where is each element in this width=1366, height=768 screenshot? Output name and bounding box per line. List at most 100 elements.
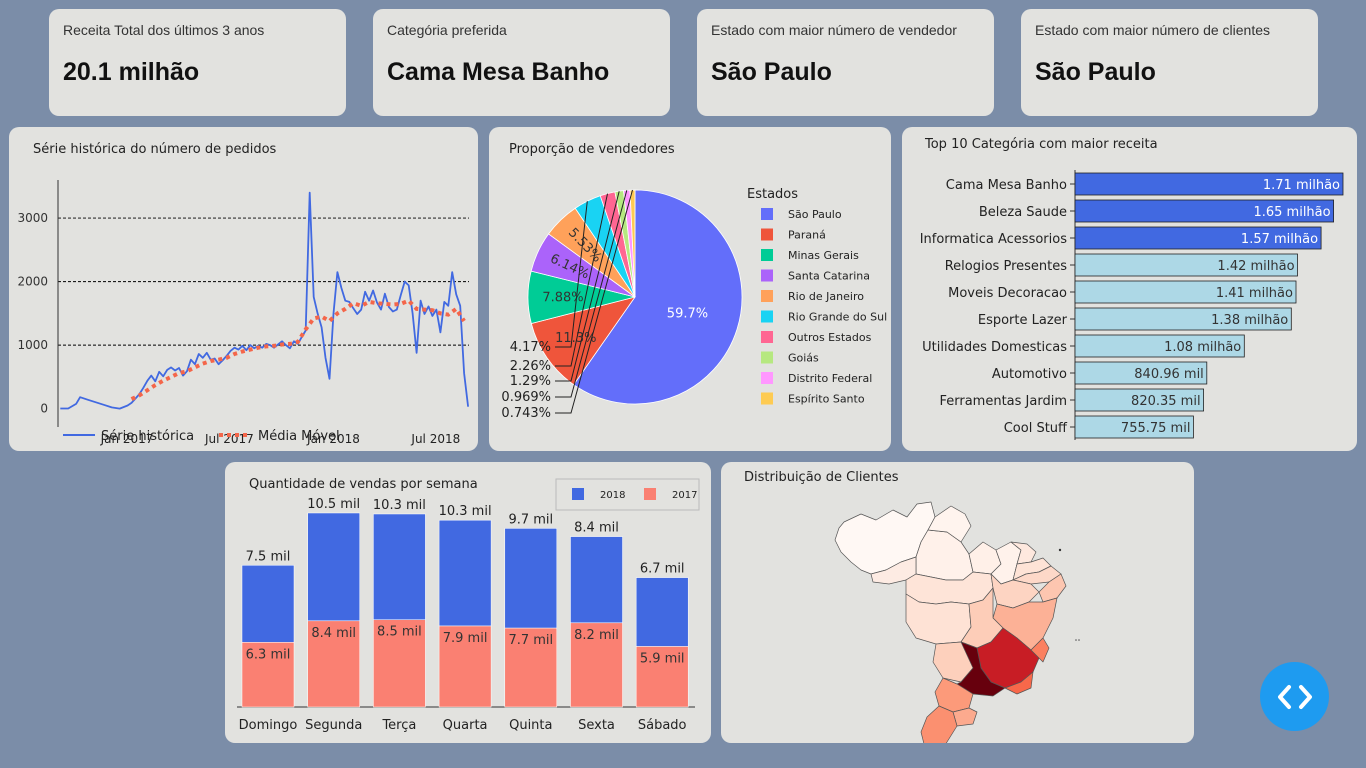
kpi-value: Cama Mesa Banho [387,58,610,86]
x-tick-label: Quarta [443,718,488,733]
legend-label: 2017 [672,490,697,501]
kpi-card-revenue: Receita Total dos últimos 3 anos 20.1 mi… [49,9,346,116]
bar-value-label: 10.5 mil [307,497,360,512]
bar-value-label: 840.96 mil [1134,367,1204,382]
category-label: Utilidades Domesticas [922,340,1067,355]
x-tick-label: Jul 2018 [410,432,460,446]
code-brackets-icon [1277,684,1312,709]
pie-slice-label: 59.7% [667,307,708,322]
bar-value-label: 1.41 milhão [1216,286,1293,301]
bar-2018 [373,513,426,620]
weekly-sales-panel: Quantidade de vendas por semana 6.3 mil 7… [225,462,711,743]
legend-swatch [761,228,773,241]
category-label: Moveis Decoracao [948,286,1067,301]
y-tick-label: 3000 [17,211,48,225]
bar-2018 [570,536,623,624]
weekly-sales-bar-chart[interactable]: 6.3 mil 7.5 mil Domingo 8.4 mil 10.5 mil Segu… [225,462,711,743]
bar-value-label: 1.65 milhão [1253,205,1330,220]
bar-value-label: 8.4 mil [574,521,619,536]
legend-label: 2018 [600,490,625,501]
bar-value-label: 7.9 mil [443,631,488,646]
pie-slice-label: 0.969% [501,390,551,405]
top-categories-bar-chart[interactable]: Cama Mesa Banho 1.71 milhão Beleza Saude 1.… [902,127,1357,451]
bar-2018 [504,528,558,629]
map-island [1075,639,1077,641]
kpi-card-category: Categória preferida Cama Mesa Banho [373,9,670,116]
x-tick-label: Quinta [509,718,552,733]
brazil-choropleth-map[interactable] [721,462,1194,743]
sellers-proportion-panel: Proporção de vendedores 59.7% 11.3% 7.88% 6… [489,127,891,451]
kpi-card-seller-state: Estado com maior número de vendedor São … [697,9,994,116]
bar-value-label: 820.35 mil [1131,394,1201,409]
bar-value-label: 6.7 mil [640,562,685,577]
pie-slice-label: 0.743% [501,406,551,421]
legend-label: Goiás [788,352,819,365]
sellers-pie-chart[interactable]: 59.7%11.3%7.88%6.14%5.53%4.17%2.26%1.29%… [489,127,891,451]
legend-label: Distrito Federal [788,372,872,385]
bar-value-label: 1.42 milhão [1217,259,1294,274]
pie-slice-label: 4.17% [510,340,551,355]
legend-swatch [761,392,773,405]
legend-label: Rio Grande do Sul [788,311,887,324]
legend-swatch [572,488,584,500]
legend-label: São Paulo [788,208,842,221]
bar-value-label: 5.9 mil [640,651,685,666]
legend-label: Outros Estados [788,331,872,344]
bar-value-label: 1.08 milhão [1164,340,1241,355]
category-label: Cool Stuff [1004,421,1068,436]
legend-swatch [761,290,773,302]
bar-2018 [241,565,295,643]
clients-map-panel: Distribuição de Clientes [721,462,1194,743]
category-label: Beleza Saude [979,205,1067,220]
x-tick-label: Sexta [578,718,615,733]
bar-value-label: 10.3 mil [439,504,492,519]
legend-label: Minas Gerais [788,249,859,262]
kpi-title: Estado com maior número de vendedor [711,22,957,38]
category-label: Cama Mesa Banho [946,178,1067,193]
dev-tools-button[interactable] [1260,662,1329,731]
bar-value-label: 8.4 mil [311,626,356,641]
y-tick-label: 2000 [17,275,48,289]
legend-label: Série histórica [101,429,194,444]
orders-history-panel: Série histórica do número de pedidos 0 10… [9,127,478,451]
legend-swatch [644,488,656,500]
legend-swatch [761,372,773,384]
category-label: Relogios Presentes [945,259,1068,274]
bar-value-label: 8.5 mil [377,625,422,640]
legend-label: Média Móvel [258,429,340,444]
pie-slice-label: 1.29% [510,374,551,389]
kpi-value: São Paulo [1035,58,1156,86]
legend-label: Santa Catarina [788,270,870,283]
bar-value-label: 6.3 mil [246,647,291,662]
map-region [920,705,958,743]
bar-value-label: 10.3 mil [373,498,426,513]
bar-value-label: 755.75 mil [1121,421,1191,436]
map-region [915,529,974,581]
bar-value-label: 1.57 milhão [1241,232,1318,247]
category-label: Automotivo [992,367,1067,382]
bar-value-label: 7.5 mil [246,549,291,564]
legend-title: Estados [747,187,798,202]
legend-swatch [761,310,773,323]
bar-value-label: 1.38 milhão [1211,313,1288,328]
series-line-historico [60,191,469,410]
bar-value-label: 1.71 milhão [1263,178,1340,193]
y-tick-label: 1000 [17,338,48,352]
pie-slice-label: 2.26% [510,359,551,374]
orders-line-chart[interactable]: 0100020003000Jan 2017 Jul 2017 Jan 2018 Jul… [9,127,478,451]
x-tick-label: Terça [381,718,416,733]
kpi-value: São Paulo [711,58,832,86]
legend-swatch [761,351,773,364]
legend-label: Espírito Santo [788,393,865,406]
bar-value-label: 7.7 mil [508,633,553,648]
legend-swatch [761,249,773,261]
category-label: Esporte Lazer [978,313,1068,328]
series-line-media-movel [130,298,466,401]
map-island [1058,548,1062,552]
x-tick-label: Domingo [239,718,298,733]
kpi-card-client-state: Estado com maior número de clientes São … [1021,9,1318,116]
legend-swatch [761,331,773,343]
bar-value-label: 8.2 mil [574,628,619,643]
legend-swatch [761,208,773,220]
kpi-value: 20.1 milhão [63,58,200,86]
